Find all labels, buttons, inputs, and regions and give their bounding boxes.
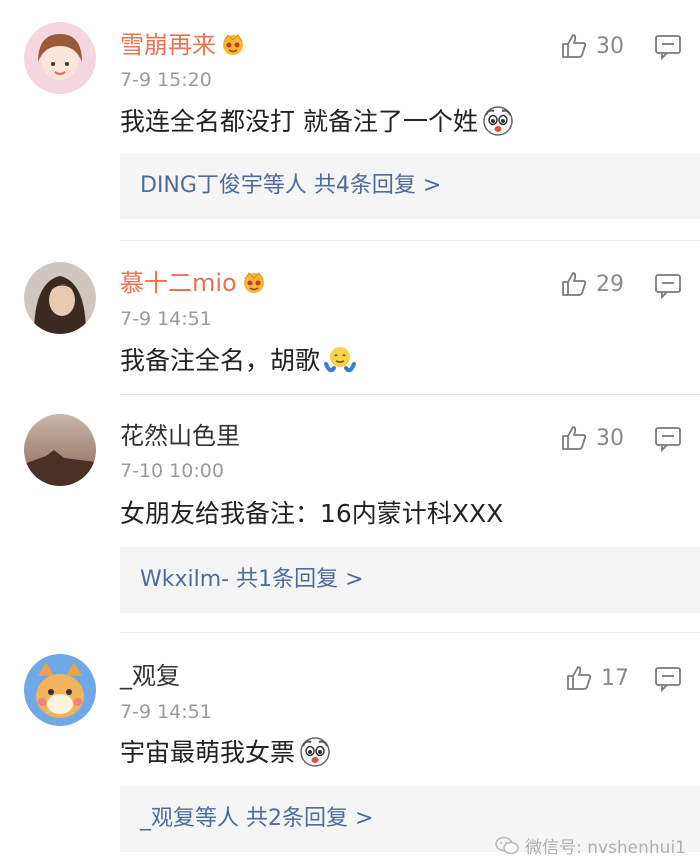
- like-button[interactable]: 30: [560, 32, 624, 60]
- divider: [120, 240, 700, 241]
- like-count: 29: [596, 271, 624, 297]
- reply-button[interactable]: [654, 426, 682, 452]
- vip-crown-icon: [220, 32, 246, 56]
- avatar[interactable]: [24, 22, 96, 94]
- dog-emoji-icon: [299, 736, 331, 768]
- shrug-emoji-icon: [324, 344, 357, 376]
- like-count: 30: [596, 425, 624, 451]
- reply-button[interactable]: [654, 34, 682, 60]
- thumbs-up-icon: [567, 666, 592, 690]
- divider: [120, 632, 700, 633]
- wechat-icon: [495, 836, 519, 854]
- avatar[interactable]: [24, 262, 96, 334]
- avatar[interactable]: [24, 414, 96, 486]
- thumbs-up-icon: [562, 34, 587, 58]
- comment-icon: [655, 274, 681, 299]
- timestamp: 7-9 14:51: [120, 308, 212, 330]
- timestamp: 7-9 14:51: [120, 701, 212, 723]
- like-count: 30: [596, 33, 624, 59]
- like-button[interactable]: 29: [560, 270, 624, 298]
- username-text[interactable]: 雪崩再来: [120, 31, 216, 59]
- comment-icon: [655, 35, 681, 60]
- replies-link[interactable]: DING丁俊宇等人 共4条回复 >: [120, 153, 700, 219]
- replies-link[interactable]: Wkxilm- 共1条回复 >: [120, 547, 700, 613]
- username[interactable]: 雪崩再来: [120, 30, 246, 60]
- username[interactable]: _观复: [120, 661, 180, 691]
- comment-icon: [655, 427, 681, 452]
- thumbs-up-icon: [562, 426, 587, 450]
- comment-text: 我备注全名，胡歌: [120, 344, 357, 378]
- divider: [120, 394, 700, 395]
- watermark-text: 微信号: nvshenhui1: [525, 838, 686, 858]
- vip-crown-icon: [241, 270, 267, 294]
- watermark: 微信号: nvshenhui1: [495, 833, 686, 858]
- comment-text: 我连全名都没打 就备注了一个姓: [120, 105, 514, 139]
- comment-text: 女朋友给我备注：16内蒙计科XXX: [120, 499, 504, 528]
- reply-button[interactable]: [654, 273, 682, 299]
- like-button[interactable]: 17: [565, 664, 629, 692]
- dog-emoji-icon: [482, 105, 514, 137]
- like-count: 17: [601, 665, 629, 691]
- like-button[interactable]: 30: [560, 424, 624, 452]
- timestamp: 7-9 15:20: [120, 69, 212, 91]
- reply-button[interactable]: [654, 666, 682, 692]
- timestamp: 7-10 10:00: [120, 460, 224, 482]
- avatar[interactable]: [24, 654, 96, 726]
- thumbs-up-icon: [562, 272, 587, 296]
- comment-text: 宇宙最萌我女票: [120, 736, 331, 770]
- username-text[interactable]: 慕十二mio: [120, 269, 237, 297]
- username[interactable]: 慕十二mio: [120, 268, 267, 298]
- username[interactable]: 花然山色里: [120, 421, 240, 451]
- comment-icon: [655, 667, 681, 692]
